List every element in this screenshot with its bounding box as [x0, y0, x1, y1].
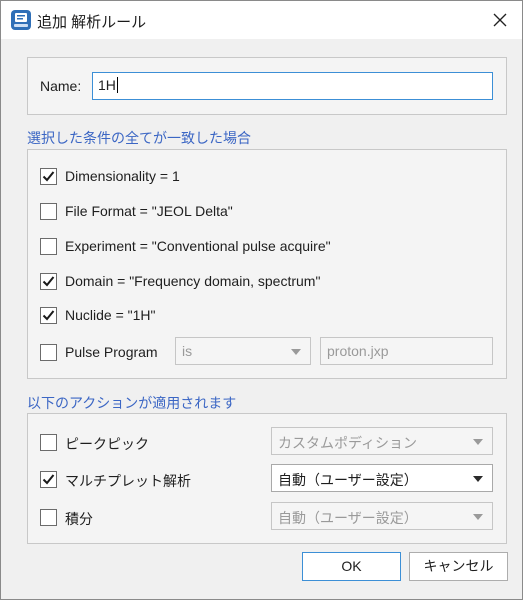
condition-checkbox-domain[interactable]	[40, 273, 57, 290]
name-panel: Name: 1H	[27, 57, 507, 115]
window-title: 追加 解析ルール	[37, 14, 147, 31]
condition-checkbox-nuclide[interactable]	[40, 307, 57, 324]
integration-method-select[interactable]: 自動（ユーザー設定）	[271, 502, 493, 530]
chevron-down-icon	[473, 476, 483, 482]
chevron-down-icon	[473, 514, 483, 520]
ok-button[interactable]: OK	[302, 552, 401, 581]
checkmark-icon	[42, 310, 55, 321]
dialog-content: Name: 1H 選択した条件の全てが一致した場合 Dimensionality…	[1, 39, 522, 599]
dialog-window: 追加 解析ルール Name: 1H 選択した条件の全てが一致した場合 Dimen…	[0, 0, 523, 600]
text-caret	[116, 77, 118, 93]
checkmark-icon	[42, 276, 55, 287]
pulse-program-operator-select[interactable]: is	[175, 337, 311, 365]
action-checkbox-integration[interactable]	[40, 509, 57, 526]
title-bar: 追加 解析ルール	[1, 1, 522, 39]
action-label: ピークピック	[65, 436, 149, 452]
condition-checkbox-file-format[interactable]	[40, 203, 57, 220]
condition-label: Nuclide = "1H"	[65, 307, 156, 323]
chevron-down-icon	[473, 439, 483, 445]
field-value: proton.jxp	[327, 343, 389, 359]
condition-label: Dimensionality = 1	[65, 168, 180, 184]
action-label: マルチプレット解析	[65, 473, 191, 489]
action-checkbox-peak-pick[interactable]	[40, 434, 57, 451]
name-input-value: 1H	[98, 77, 116, 93]
action-checkbox-multiplet[interactable]	[40, 471, 57, 488]
cancel-button[interactable]: キャンセル	[409, 552, 508, 581]
select-value: 自動（ユーザー設定）	[278, 472, 418, 488]
actions-panel: ピークピック カスタムポディション マルチプレット解析 自動（ユーザー設定） 積…	[27, 413, 507, 544]
select-value: is	[182, 343, 193, 359]
select-value: 自動（ユーザー設定）	[278, 510, 418, 526]
conditions-section-title: 選択した条件の全てが一致した場合	[27, 130, 251, 146]
multiplet-method-select[interactable]: 自動（ユーザー設定）	[271, 464, 493, 492]
document-app-icon	[11, 10, 31, 30]
name-label: Name:	[40, 78, 82, 94]
checkmark-icon	[42, 474, 55, 485]
condition-checkbox-dimensionality[interactable]	[40, 168, 57, 185]
condition-checkbox-experiment[interactable]	[40, 238, 57, 255]
select-value: カスタムポディション	[278, 435, 418, 451]
condition-label: Experiment = "Conventional pulse acquire…	[65, 238, 331, 254]
condition-label: Domain = "Frequency domain, spectrum"	[65, 273, 321, 289]
action-label: 積分	[65, 511, 93, 527]
condition-label: File Format = "JEOL Delta"	[65, 203, 233, 219]
condition-checkbox-pulse-program[interactable]	[40, 344, 57, 361]
name-input[interactable]: 1H	[92, 72, 493, 100]
conditions-panel: Dimensionality = 1 File Format = "JEOL D…	[27, 149, 507, 379]
condition-label: Pulse Program	[65, 344, 158, 360]
close-button[interactable]	[482, 5, 518, 35]
chevron-down-icon	[291, 349, 301, 355]
peak-pick-method-select[interactable]: カスタムポディション	[271, 427, 493, 455]
actions-section-title: 以下のアクションが適用されます	[27, 395, 237, 411]
close-icon	[493, 13, 507, 27]
pulse-program-value-field[interactable]: proton.jxp	[320, 337, 493, 365]
checkmark-icon	[42, 171, 55, 182]
